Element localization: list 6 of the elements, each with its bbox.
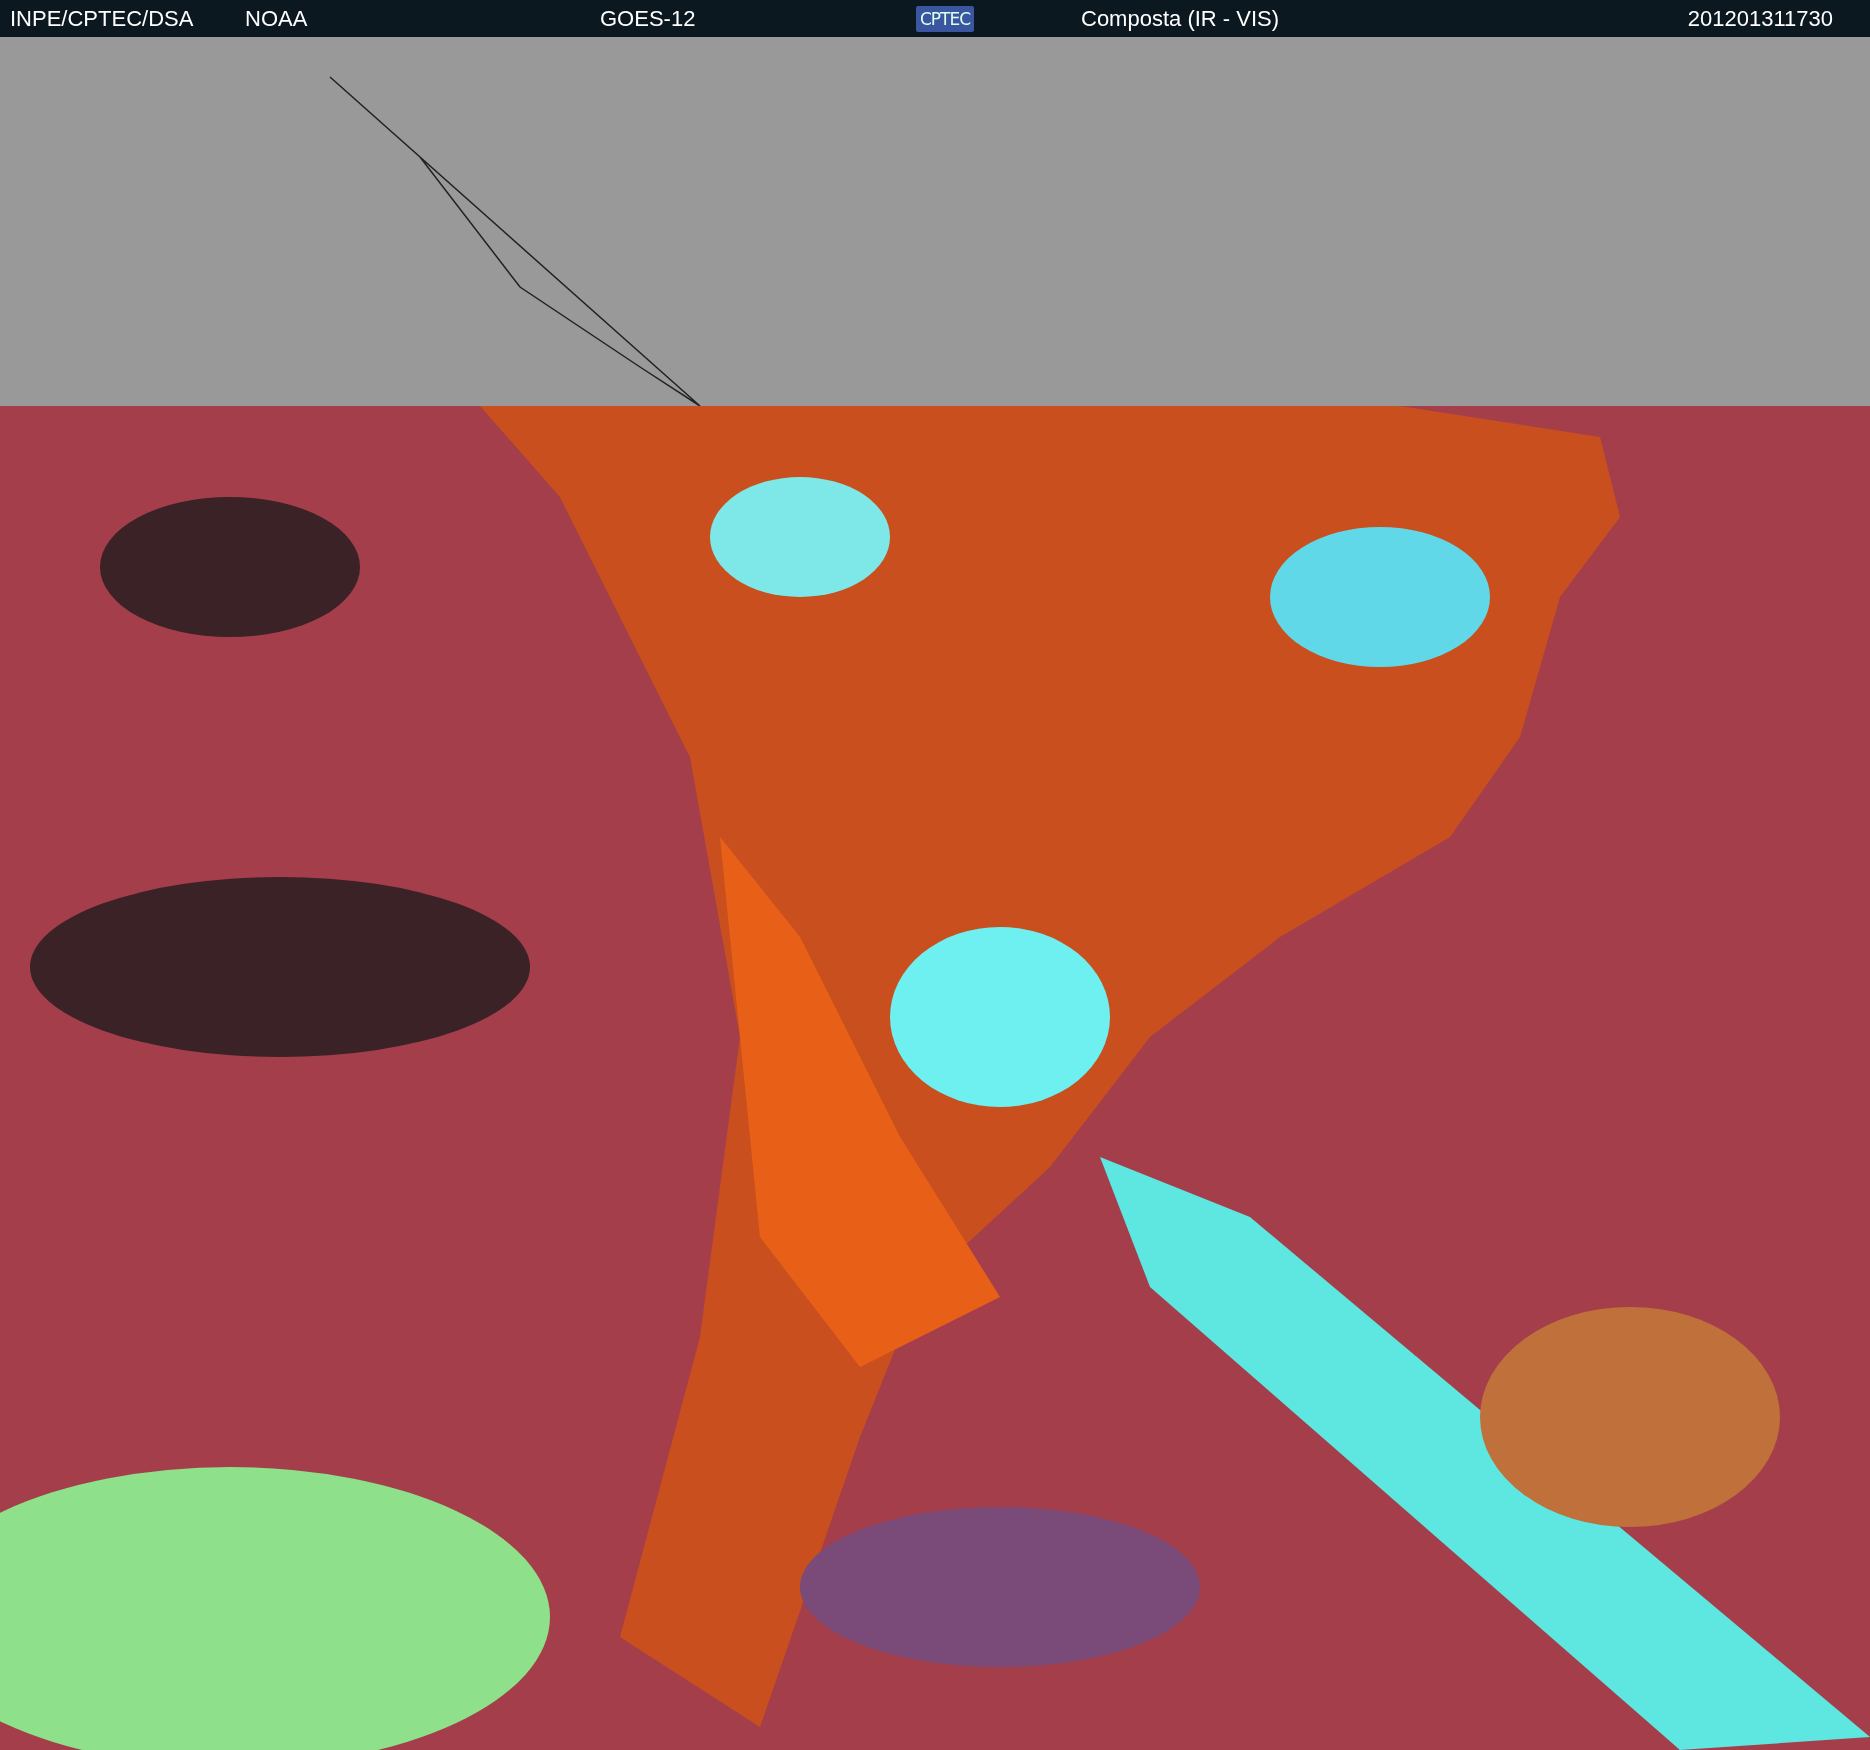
logo: CPTEC bbox=[916, 6, 975, 32]
agency-label: NOAA bbox=[245, 5, 309, 32]
satellite-label: GOES-12 bbox=[600, 5, 697, 32]
product-label: Composta (IR - VIS) bbox=[1081, 5, 1281, 32]
source-label: INPE/CPTEC/DSA bbox=[10, 5, 195, 32]
timestamp-label: 201201311730 bbox=[1687, 5, 1833, 32]
